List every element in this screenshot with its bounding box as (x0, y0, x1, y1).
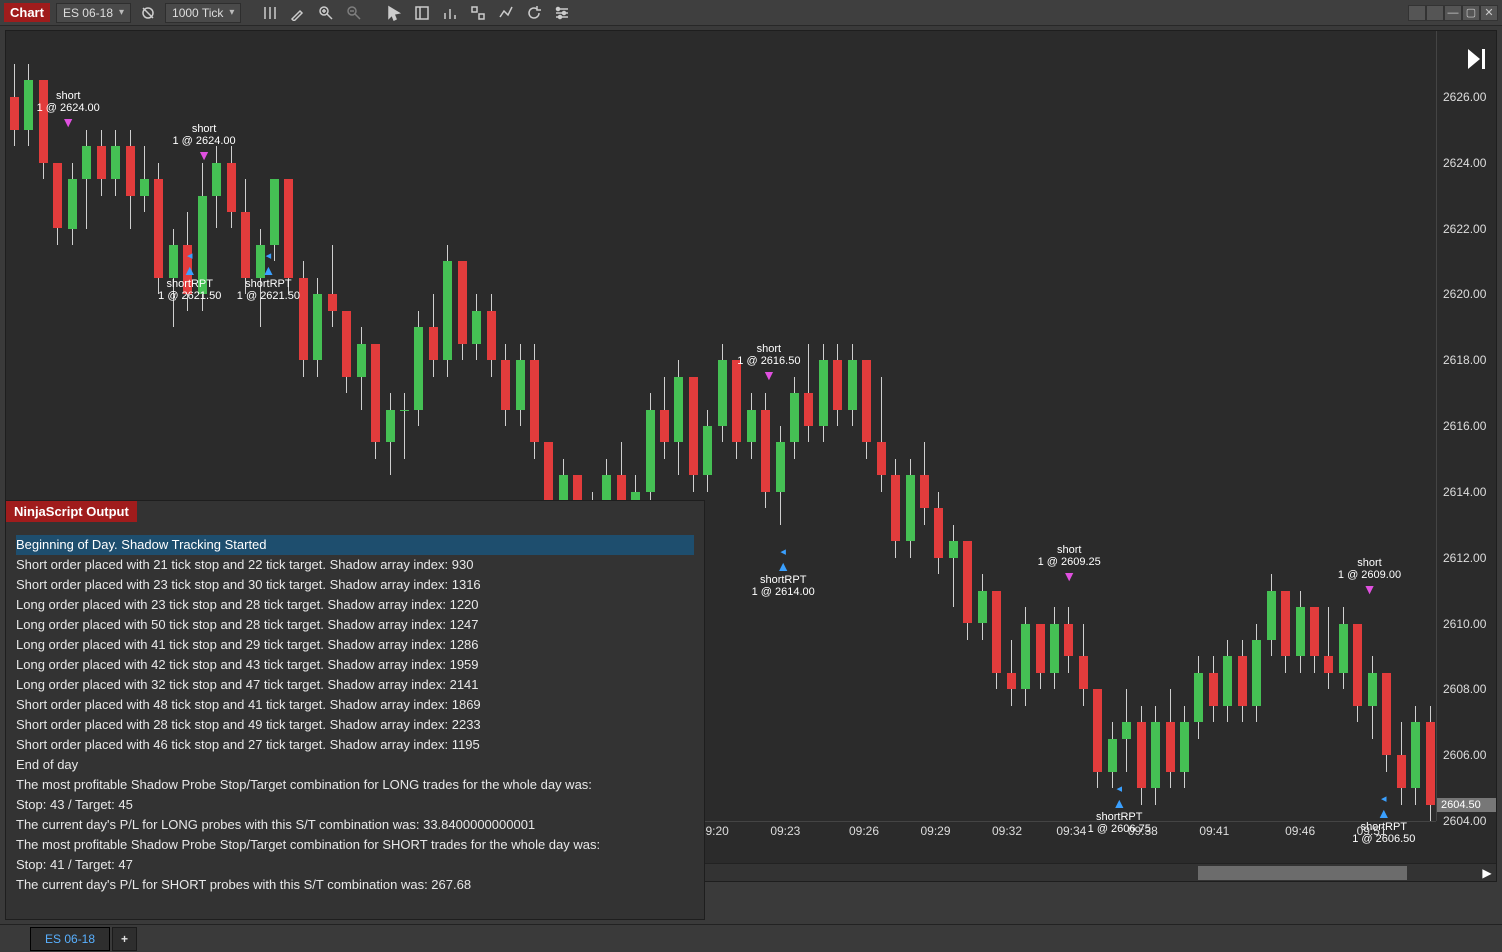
y-tick: 2614.00 (1443, 485, 1486, 499)
chart-y-axis[interactable]: 2604.002606.002608.002610.002612.002614.… (1436, 31, 1496, 821)
x-tick: 09:32 (992, 824, 1022, 838)
y-tick: 2606.00 (1443, 748, 1486, 762)
output-line[interactable]: Stop: 41 / Target: 47 (16, 855, 694, 875)
output-line[interactable]: Stop: 43 / Target: 45 (16, 795, 694, 815)
output-line[interactable]: The most profitable Shadow Probe Stop/Ta… (16, 775, 694, 795)
last-price-marker: 2604.50 (1437, 798, 1496, 812)
chart-style-icon[interactable] (467, 2, 489, 24)
x-tick: 09:41 (1199, 824, 1229, 838)
output-line[interactable]: End of day (16, 755, 694, 775)
chart-title-tag: Chart (4, 3, 50, 22)
x-tick: 09:26 (849, 824, 879, 838)
trendline-icon[interactable] (495, 2, 517, 24)
short-entry-marker: short1 @ 2624.00▼ (164, 123, 244, 163)
link-icon[interactable] (137, 2, 159, 24)
output-line[interactable]: Long order placed with 23 tick stop and … (16, 595, 694, 615)
y-tick: 2604.00 (1443, 814, 1486, 828)
y-tick: 2618.00 (1443, 353, 1486, 367)
output-line[interactable]: Short order placed with 23 tick stop and… (16, 575, 694, 595)
short-entry-marker: short1 @ 2609.25▼ (1029, 544, 1109, 584)
output-line[interactable]: Short order placed with 28 tick stop and… (16, 715, 694, 735)
y-tick: 2612.00 (1443, 551, 1486, 565)
x-tick: 09:29 (920, 824, 950, 838)
properties-icon[interactable] (551, 2, 573, 24)
output-line[interactable]: Long order placed with 41 tick stop and … (16, 635, 694, 655)
scroll-right-icon[interactable]: ▶ (1480, 866, 1494, 880)
instrument-value: ES 06-18 (63, 6, 113, 20)
output-text-lines[interactable]: Beginning of Day. Shadow Tracking Starte… (16, 535, 694, 895)
toolbar-top: Chart ES 06-18 ▾ 1000 Tick ▾ — ▢ ✕ (0, 0, 1502, 26)
ninjascript-output-panel: NinjaScript Output Beginning of Day. Sha… (5, 500, 705, 920)
scrollbar-thumb[interactable] (1198, 866, 1407, 880)
output-line[interactable]: Long order placed with 32 tick stop and … (16, 675, 694, 695)
window-minimize-button[interactable]: — (1444, 5, 1462, 21)
y-tick: 2624.00 (1443, 156, 1486, 170)
x-tick: 09:34 (1056, 824, 1086, 838)
chevron-down-icon: ▾ (119, 7, 124, 18)
tab-instrument[interactable]: ES 06-18 (30, 927, 110, 951)
instrument-select[interactable]: ES 06-18 ▾ (56, 3, 131, 23)
pointer-icon[interactable] (383, 2, 405, 24)
y-tick: 2622.00 (1443, 222, 1486, 236)
output-line[interactable]: Beginning of Day. Shadow Tracking Starte… (16, 535, 694, 555)
window-maximize-button[interactable]: ▢ (1462, 5, 1480, 21)
y-tick: 2610.00 (1443, 617, 1486, 631)
y-tick: 2608.00 (1443, 682, 1486, 696)
output-line[interactable]: The most profitable Shadow Probe Stop/Ta… (16, 835, 694, 855)
zoom-out-icon[interactable] (343, 2, 365, 24)
output-line[interactable]: Short order placed with 21 tick stop and… (16, 555, 694, 575)
short-entry-marker: short1 @ 2609.00▼ (1330, 557, 1410, 597)
goto-last-bar-icon[interactable] (1466, 45, 1488, 76)
output-title: NinjaScript Output (6, 501, 137, 522)
y-tick: 2620.00 (1443, 287, 1486, 301)
output-line[interactable]: Long order placed with 50 tick stop and … (16, 615, 694, 635)
output-line[interactable]: Short order placed with 46 tick stop and… (16, 735, 694, 755)
window-blank2-button[interactable] (1426, 5, 1444, 21)
output-line[interactable]: Short order placed with 48 tick stop and… (16, 695, 694, 715)
draw-icon[interactable] (287, 2, 309, 24)
window-blank1-button[interactable] (1408, 5, 1426, 21)
tab-add-button[interactable]: + (112, 927, 137, 951)
tab-strip: ES 06-18 + (0, 924, 1502, 952)
x-tick: 09:51 (1357, 824, 1387, 838)
short-exit-marker: ◂▲shortRPT1 @ 2614.00 (743, 545, 823, 598)
x-tick: 09:23 (770, 824, 800, 838)
databox-icon[interactable] (411, 2, 433, 24)
zoom-in-icon[interactable] (315, 2, 337, 24)
interval-select[interactable]: 1000 Tick ▾ (165, 3, 241, 23)
interval-value: 1000 Tick (172, 6, 223, 20)
output-line[interactable]: The current day's P/L for LONG probes wi… (16, 815, 694, 835)
y-tick: 2616.00 (1443, 419, 1486, 433)
y-tick: 2626.00 (1443, 90, 1486, 104)
window-close-button[interactable]: ✕ (1480, 5, 1498, 21)
chevron-down-icon: ▾ (229, 7, 234, 18)
x-tick: 09:46 (1285, 824, 1315, 838)
output-line[interactable]: The current day's P/L for SHORT probes w… (16, 875, 694, 895)
x-tick: 09:38 (1128, 824, 1158, 838)
bars-icon[interactable] (439, 2, 461, 24)
indicators-icon[interactable] (259, 2, 281, 24)
output-line[interactable]: Long order placed with 42 tick stop and … (16, 655, 694, 675)
refresh-icon[interactable] (523, 2, 545, 24)
